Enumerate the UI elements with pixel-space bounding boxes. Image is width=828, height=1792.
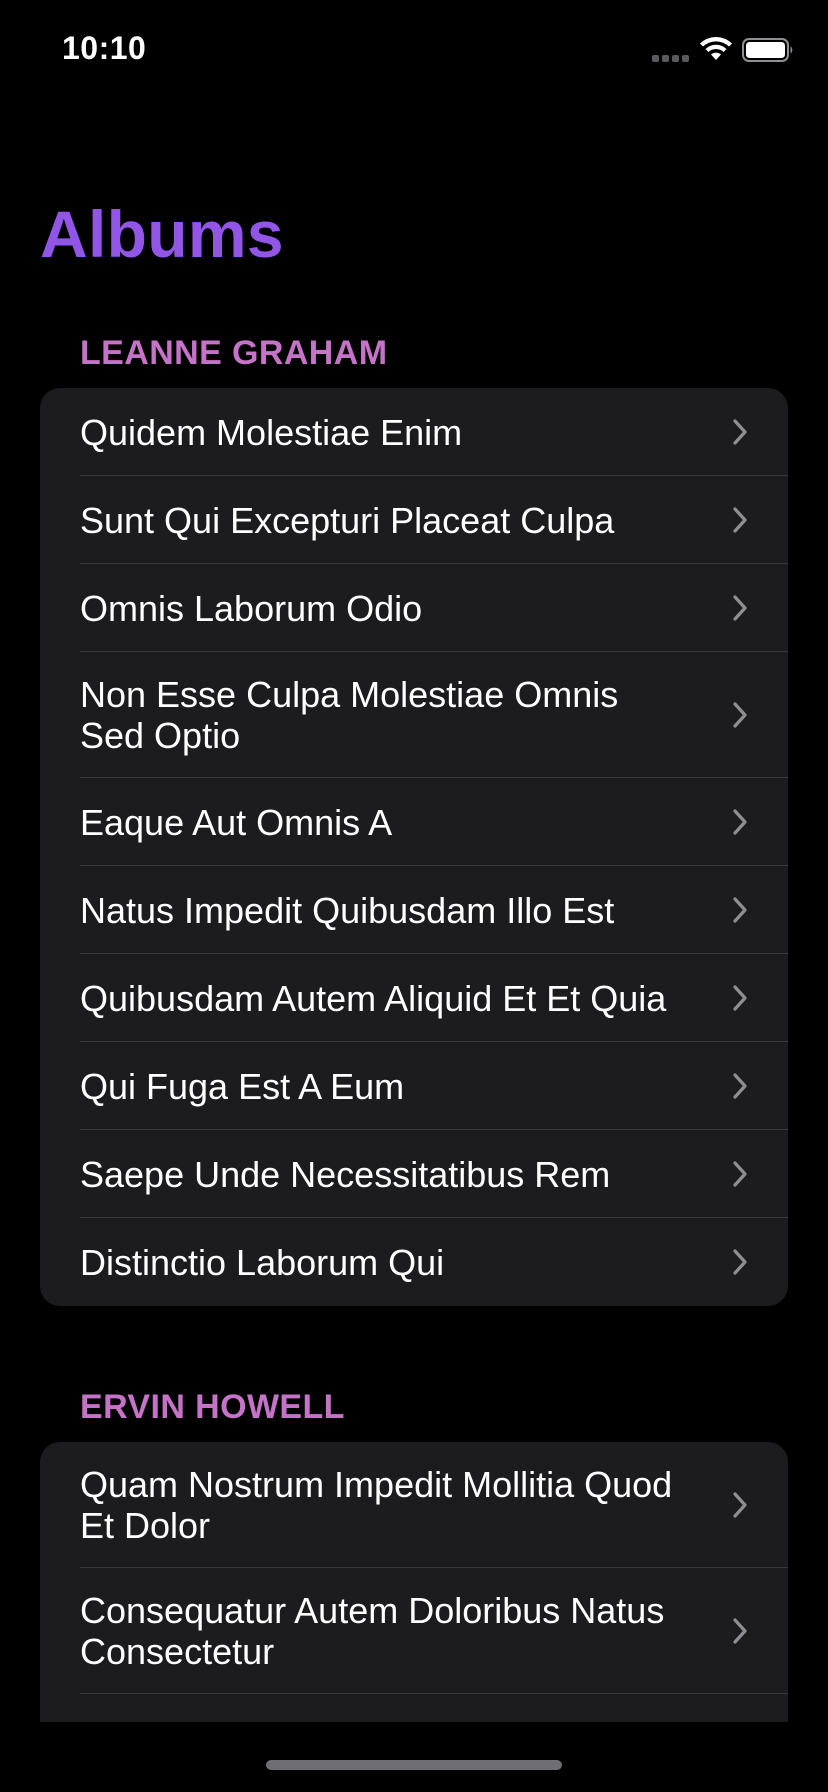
- chevron-right-icon: [733, 595, 747, 621]
- chevron-right-icon: [733, 1073, 747, 1099]
- section-group-ervin-howell: Quam Nostrum Impedit Mollitia Quod Et Do…: [40, 1442, 788, 1722]
- chevron-right-icon: [733, 1492, 747, 1518]
- status-time: 10:10: [62, 30, 147, 66]
- wifi-icon: [700, 37, 732, 60]
- album-row[interactable]: Natus Impedit Quibusdam Illo Est: [40, 866, 788, 954]
- album-row[interactable]: Eaque Aut Omnis A: [40, 778, 788, 866]
- chevron-right-icon: [733, 985, 747, 1011]
- section-header-leanne-graham: LEANNE GRAHAM: [80, 334, 388, 372]
- album-row[interactable]: Sunt Qui Excepturi Placeat Culpa: [40, 476, 788, 564]
- album-title: Saepe Unde Necessitatibus Rem: [80, 1153, 611, 1195]
- album-title: Quibusdam Autem Aliquid Et Et Quia: [80, 977, 667, 1019]
- page-title: Albums: [40, 197, 284, 271]
- battery-icon: [742, 38, 793, 62]
- chevron-right-icon: [733, 702, 747, 728]
- chevron-right-icon: [733, 1249, 747, 1275]
- album-title: Quam Nostrum Impedit Mollitia Quod Et Do…: [80, 1464, 673, 1546]
- album-title: Qui Fuga Est A Eum: [80, 1065, 405, 1107]
- album-row[interactable]: Quibusdam Autem Aliquid Et Et Quia: [40, 954, 788, 1042]
- album-title: Consequatur Autem Doloribus Natus Consec…: [80, 1590, 665, 1672]
- album-title: Eaque Aut Omnis A: [80, 801, 393, 843]
- section-group-leanne-graham: Quidem Molestiae Enim Sunt Qui Excepturi…: [40, 388, 788, 1306]
- album-row[interactable]: Consequatur Autem Doloribus Natus Consec…: [40, 1568, 788, 1694]
- cellular-signal-icon: [652, 55, 689, 62]
- album-title: Omnis Laborum Odio: [80, 587, 423, 629]
- chevron-right-icon: [733, 1161, 747, 1187]
- chevron-right-icon: [733, 897, 747, 923]
- album-row[interactable]: Quam Nostrum Impedit Mollitia Quod Et Do…: [40, 1442, 788, 1568]
- chevron-right-icon: [733, 419, 747, 445]
- album-title: Quidem Molestiae Enim: [80, 411, 463, 453]
- chevron-right-icon: [733, 809, 747, 835]
- status-bar: 10:10: [0, 0, 828, 100]
- album-row[interactable]: Saepe Unde Necessitatibus Rem: [40, 1130, 788, 1218]
- chevron-right-icon: [733, 1618, 747, 1644]
- album-row[interactable]: Omnis Laborum Odio: [40, 564, 788, 652]
- home-indicator[interactable]: [266, 1760, 562, 1770]
- section-header-ervin-howell: ERVIN HOWELL: [80, 1388, 345, 1426]
- album-row[interactable]: Qui Fuga Est A Eum: [40, 1042, 788, 1130]
- chevron-right-icon: [733, 507, 747, 533]
- album-title: Sunt Qui Excepturi Placeat Culpa: [80, 499, 615, 541]
- album-title: Distinctio Laborum Qui: [80, 1241, 445, 1283]
- album-row[interactable]: Non Esse Culpa Molestiae Omnis Sed Optio: [40, 652, 788, 778]
- albums-list[interactable]: LEANNE GRAHAM Quidem Molestiae Enim Sunt…: [0, 320, 828, 1722]
- album-title: Non Esse Culpa Molestiae Omnis Sed Optio: [80, 674, 619, 756]
- album-row[interactable]: Quidem Molestiae Enim: [40, 388, 788, 476]
- album-title: Natus Impedit Quibusdam Illo Est: [80, 889, 615, 931]
- screen: 10:10 Albums LEANNE GRAHAM Quidem Molest…: [0, 0, 828, 1792]
- album-row[interactable]: Distinctio Laborum Qui: [40, 1218, 788, 1306]
- album-row-partial[interactable]: [40, 1694, 788, 1722]
